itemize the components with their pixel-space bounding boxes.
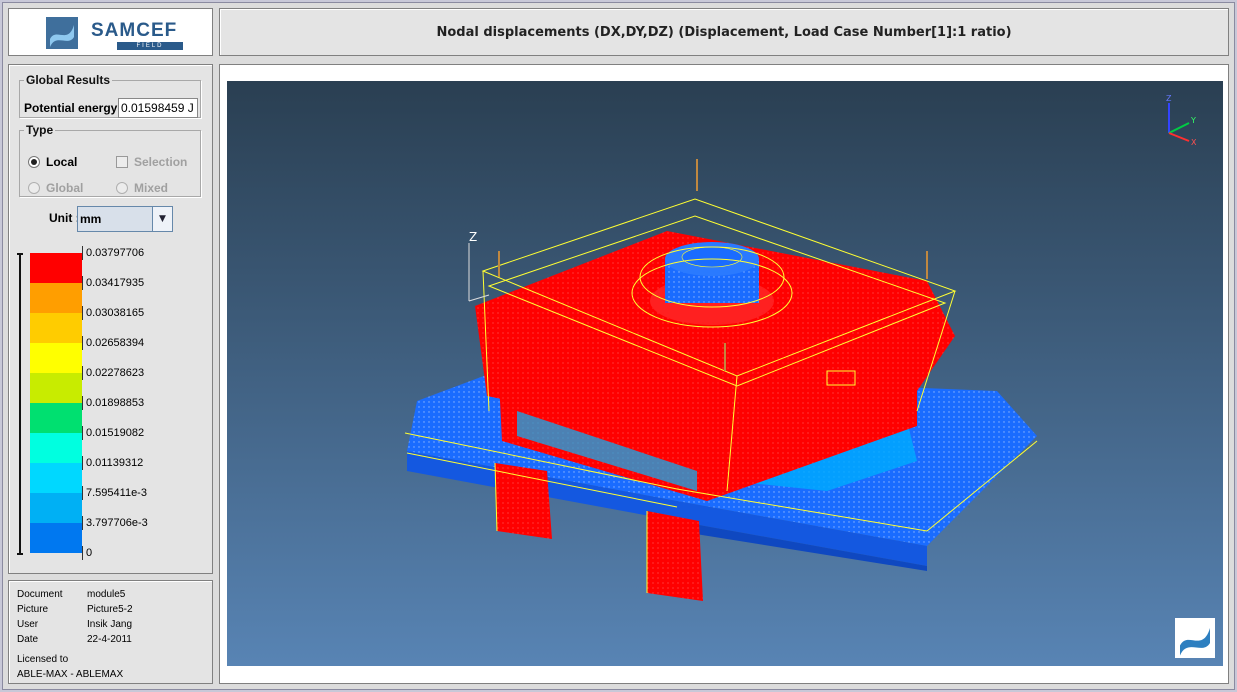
fe-model-render: Z Z Y X xyxy=(404,94,1197,601)
color-scale-label: 0.01898853 xyxy=(82,396,144,410)
type-global-radio[interactable]: Global xyxy=(28,181,83,195)
color-scale-label: 0.01139312 xyxy=(82,456,143,470)
samcef-corner-logo-icon xyxy=(1175,618,1215,658)
type-legend: Type xyxy=(26,123,54,137)
color-scale-band xyxy=(30,433,82,463)
global-results-legend: Global Results xyxy=(26,73,111,87)
licensed-to-label: Licensed to xyxy=(17,654,69,665)
color-scale-band xyxy=(30,373,82,403)
color-scale-band xyxy=(30,403,82,433)
3d-viewport[interactable]: Z Z Y X xyxy=(227,81,1223,666)
logo-brand: SAMCEF xyxy=(91,20,178,41)
color-scale-band xyxy=(30,523,82,553)
radio-selected-icon xyxy=(28,156,40,168)
potential-energy-label: Potential energy xyxy=(24,101,118,115)
info-row-picture: Picture Picture5-2 xyxy=(17,604,133,615)
type-selection-checkbox[interactable]: Selection xyxy=(116,155,187,169)
type-global-label: Global xyxy=(46,181,84,195)
svg-text:Y: Y xyxy=(1190,116,1196,125)
radio-icon xyxy=(28,182,40,194)
type-group: Type Local Selection Global Mixed xyxy=(19,123,201,197)
results-control-panel: Global Results Potential energy 0.015984… xyxy=(8,64,213,574)
color-scale-label: 7.595411e-3 xyxy=(82,486,147,500)
viewport-panel: Z Z Y X xyxy=(219,64,1229,684)
type-selection-label: Selection xyxy=(134,155,188,169)
unit-select[interactable]: mm ▼ xyxy=(77,206,173,232)
svg-text:Z: Z xyxy=(1166,94,1172,103)
page-title: Nodal displacements (DX,DY,DZ) (Displace… xyxy=(436,24,1012,40)
svg-text:X: X xyxy=(1191,138,1197,147)
color-scale-label: 3.797706e-3 xyxy=(82,516,148,530)
title-bar: Nodal displacements (DX,DY,DZ) (Displace… xyxy=(219,8,1229,56)
info-row-document: Document module5 xyxy=(17,589,126,600)
type-local-label: Local xyxy=(46,155,78,169)
z-axis-marker: Z xyxy=(468,230,490,302)
document-info-panel: Document module5 Picture Picture5-2 User In… xyxy=(8,580,213,684)
type-mixed-label: Mixed xyxy=(134,181,169,195)
unit-label: Unit : xyxy=(49,211,80,225)
logo-subtitle: FIELD xyxy=(117,42,183,50)
info-row-user: User Insik Jang xyxy=(17,619,133,630)
type-mixed-radio[interactable]: Mixed xyxy=(116,181,168,195)
color-scale-label: 0.03797706 xyxy=(82,246,144,260)
color-scale-label: 0.02658394 xyxy=(82,336,144,350)
color-scale-label: 0.03417935 xyxy=(82,276,144,290)
orientation-triad-icon: Z Y X xyxy=(1166,94,1197,147)
color-scale-band xyxy=(30,343,82,373)
color-scale-band xyxy=(30,253,82,283)
scale-range-bracket xyxy=(17,253,23,555)
color-scale-band xyxy=(30,463,82,493)
info-row-date: Date 22-4-2011 xyxy=(17,634,132,645)
logo-panel: SAMCEF FIELD xyxy=(8,8,213,56)
radio-icon xyxy=(116,182,128,194)
checkbox-icon xyxy=(116,156,128,168)
samcef-logo-icon xyxy=(46,17,78,49)
color-scale-label: 0.03038165 xyxy=(82,306,144,320)
color-scale-label: 0.01519082 xyxy=(82,426,144,440)
svg-text:Z: Z xyxy=(469,230,477,244)
color-scale-band xyxy=(30,283,82,313)
type-local-radio[interactable]: Local xyxy=(28,155,77,169)
global-results-group: Global Results Potential energy 0.015984… xyxy=(19,73,201,118)
potential-energy-field[interactable]: 0.01598459 J xyxy=(118,98,198,118)
top-cylinder xyxy=(650,242,774,325)
color-scale-band xyxy=(30,493,82,523)
color-scale-label: 0.02278623 xyxy=(82,366,144,380)
color-scale-band xyxy=(30,313,82,343)
licensed-to-value: ABLE-MAX - ABLEMAX xyxy=(17,669,124,680)
color-scale xyxy=(30,253,82,553)
unit-select-value: mm xyxy=(78,207,152,231)
chevron-down-icon[interactable]: ▼ xyxy=(152,207,172,231)
color-scale-label: 0 xyxy=(82,546,92,560)
